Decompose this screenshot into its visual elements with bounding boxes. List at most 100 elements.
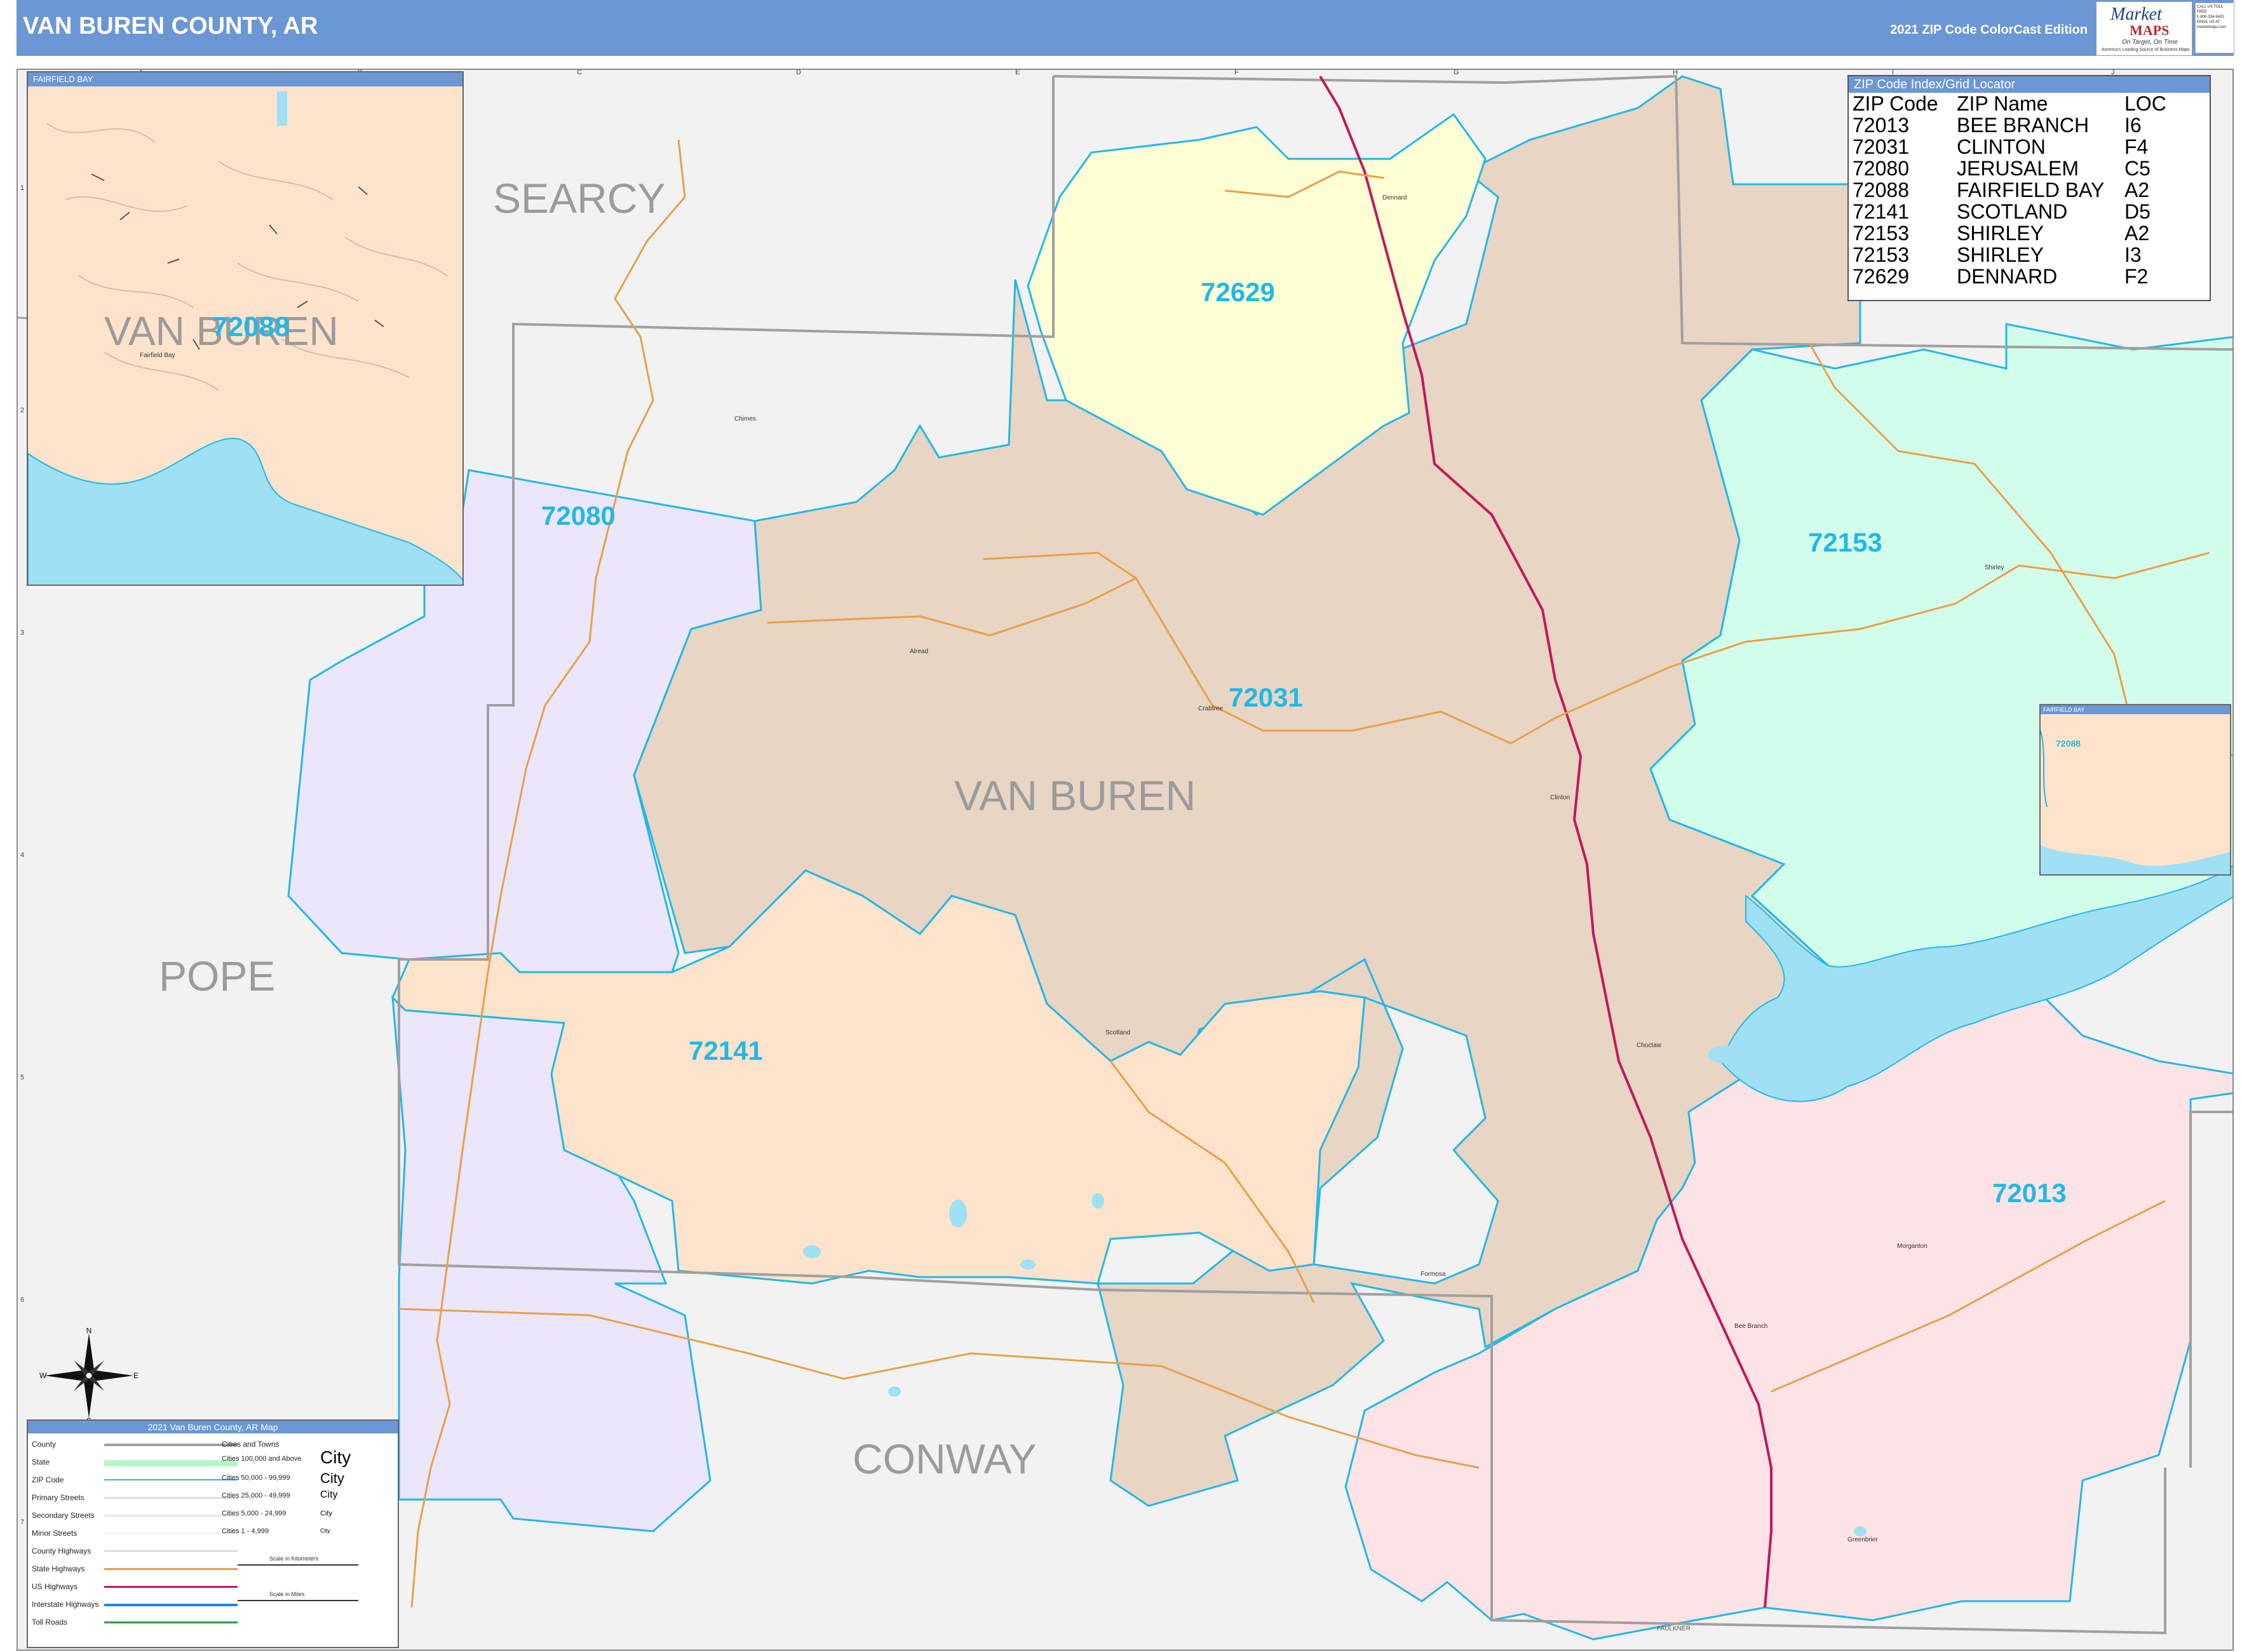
place-label: Alread [910,648,928,655]
legend-scale-km: Scale in Kilometers [269,1555,319,1562]
place-label: Greenbrier [1847,1536,1878,1543]
zip-cell: 72141 [1853,200,1909,223]
place-label: Shirley [1985,564,2004,571]
fairfield-bay-inset: FAIRFIELD BAY VAN BUREN 72088 Fairfield … [27,71,464,586]
logo-tagline: On Target, On Time [2122,39,2178,46]
place-label: Bee Branch [1734,1323,1768,1330]
legend-swatch-toll [104,1622,238,1623]
zip-name-cell: DENNARD [1957,265,2058,288]
loc-cell: F4 [2124,135,2149,158]
legend-city-tier: Cities 50,000 - 99,999 [222,1474,290,1482]
column-header: ZIP Name [1957,92,2048,115]
zip-label-72141: 72141 [689,1036,763,1066]
neighbor-county-label: FAULKNER [1657,1625,1691,1632]
legend-city-tier: Cities 5,000 - 24,999 [222,1510,287,1517]
legend-item-zip: ZIP Code [32,1475,64,1484]
zip-cell: 72153 [1853,222,1909,245]
zip-name-cell: BEE BRANCH [1957,114,2090,137]
inset2-map-svg [2041,730,2230,874]
grid-col-label: H [1673,69,1678,76]
inset-zip-label: 72088 [212,311,290,342]
contact-line: EMAIL US AT [2197,20,2220,24]
compass-n: N [86,1328,92,1335]
zip-table-title: ZIP Code Index/Grid Locator [1849,76,2210,93]
county-boundary-east [2189,1111,2232,1468]
grid-row-label: 4 [20,851,25,859]
legend-swatch-county [104,1444,238,1446]
legend-item-county-hwy: County Highways [32,1547,91,1555]
county-label-conway: CONWAY [853,1435,1037,1482]
pond [803,1245,821,1258]
loc-cell: F2 [2124,265,2149,288]
legend-swatch-secondary [104,1515,238,1517]
legend-city-tier: Cities 25,000 - 49,999 [222,1492,290,1500]
legend-swatch-interstate [104,1604,238,1606]
contact-line: marketmaps.com [2197,25,2227,29]
legend-swatch-state [104,1460,238,1466]
zip-table-grid: ZIP Code ZIP Name LOC 72013 BEE BRANCH I6 … [1853,93,2166,287]
zip-name-cell: SHIRLEY [1957,222,2044,245]
zip-cell: 72088 [1853,179,1909,201]
legend-city-sample: City [320,1510,332,1517]
grid-col-label: D [796,69,801,76]
grid-row-label: 1 [20,184,25,192]
legend-city-sample: City [320,1489,338,1500]
legend-title: 2021 Van Buren County, AR Map [28,1421,398,1433]
zip-cell: 72013 [1853,114,1909,137]
legend-scale-bar-mi [238,1600,358,1601]
legend-item-toll: Toll Roads [32,1618,68,1627]
county-label-searcy: SEARCY [493,175,666,222]
pond [1091,1193,1104,1209]
inset-place-label: Fairfield Bay [140,352,175,359]
legend-city-sample: City [320,1470,344,1486]
place-label: Choctaw [1637,1042,1661,1049]
legend-item-state-hwy: State Highways [32,1564,85,1573]
zip-label-72153: 72153 [1808,527,1882,557]
column-header: LOC [2124,92,2166,115]
compass-w: W [39,1371,47,1380]
place-label: Scotland [1105,1029,1130,1036]
zip-code-index-table: ZIP Code Index/Grid Locator ZIP Code ZIP… [1847,75,2211,301]
zip-table-header-row: ZIP Code ZIP Name LOC [1853,93,2166,114]
legend-item-primary: Primary Streets [32,1493,84,1502]
county-label-van-buren: VAN BUREN [954,772,1196,819]
inset2-zip-boundary [2041,730,2048,808]
grid-col-label: F [1234,69,1239,76]
legend-city-sample: City [320,1527,330,1534]
zip-label-72080: 72080 [541,501,616,531]
zip-cell: 72153 [1853,243,1909,266]
table-row: 72153 SHIRLEY I3 [1853,244,2166,266]
table-row: 72153 SHIRLEY A2 [1853,222,2166,244]
map-legend: 2021 Van Buren County, AR Map County Sta… [27,1419,399,1648]
legend-item-minor: Minor Streets [32,1529,78,1538]
pond [888,1386,901,1397]
legend-city-tier: Cities 1 - 4,999 [222,1527,269,1535]
legend-city-sample: City [320,1447,351,1467]
legend-scale-mi: Scale in Miles [269,1591,305,1597]
legend-swatch-county-hwy [104,1550,238,1552]
map-title: VAN BUREN COUNTY, AR [23,13,318,39]
zip-label-72031: 72031 [1229,682,1303,712]
table-row: 72080 JERUSALEM C5 [1853,158,2166,179]
contact-line: 1-800-334-5420 [2197,15,2224,19]
column-header: ZIP Code [1853,92,1938,115]
zip-cell: 72031 [1853,135,1909,158]
map-header: VAN BUREN COUNTY, AR 2021 ZIP Code Color… [17,0,2234,56]
place-label: Chimes [734,416,756,423]
inset-lake [28,437,463,585]
grid-row-label: 5 [20,1074,25,1081]
table-row: 72088 FAIRFIELD BAY A2 [1853,179,2166,201]
table-row: 72031 CLINTON F4 [1853,136,2166,158]
table-row: 72629 DENNARD F2 [1853,266,2166,287]
pond [949,1200,967,1228]
zip-name-cell: FAIRFIELD BAY [1957,179,2105,201]
loc-cell: D5 [2124,200,2151,223]
legend-swatch-minor [104,1533,238,1534]
logo-subline: America's Leading Source of Business Map… [2102,48,2190,52]
loc-cell: A2 [2124,222,2150,245]
legend-cities-title: Cities and Towns [222,1440,280,1449]
place-label: Formosa [1421,1271,1446,1278]
place-label: Clinton [1550,794,1570,801]
inset-water-channel [277,91,287,126]
place-label: Morganton [1897,1243,1928,1250]
